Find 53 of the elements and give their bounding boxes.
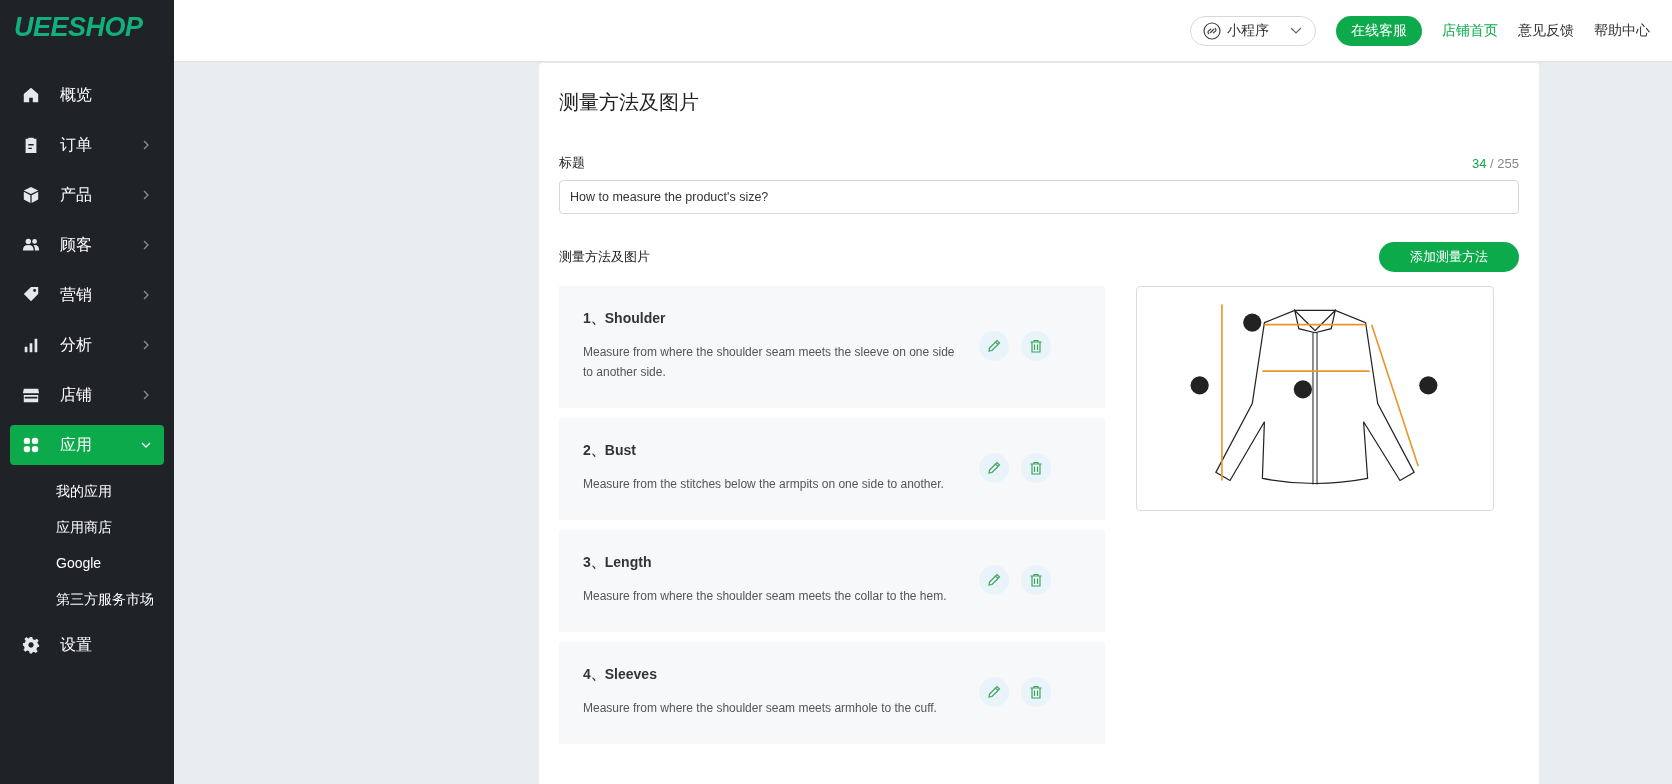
trash-icon <box>1028 572 1044 588</box>
sidebar-item[interactable]: 顾客 <box>10 225 164 265</box>
submenu-item[interactable]: 我的应用 <box>0 473 174 509</box>
method-description: Measure from the stitches below the armpits on one side to another. <box>583 476 945 493</box>
edit-button[interactable] <box>979 331 1009 361</box>
box-icon <box>22 186 40 204</box>
method-description: Measure from where the shoulder seam meets the sleeve on one side to another side. <box>583 344 956 381</box>
edit-button[interactable] <box>979 565 1009 595</box>
sidebar-item[interactable]: 分析 <box>10 325 164 365</box>
delete-button[interactable] <box>1021 565 1051 595</box>
submenu-item[interactable]: 第三方服务市场 <box>0 581 174 617</box>
delete-button[interactable] <box>1021 453 1051 483</box>
sidebar-item[interactable]: 设置 <box>10 625 164 665</box>
sidebar-item[interactable]: 概览 <box>10 75 164 115</box>
submenu-item[interactable]: Google <box>0 545 174 581</box>
logo: UEESHOP <box>13 11 144 44</box>
method-title: 3、Length <box>583 554 653 572</box>
character-counter: 34 / 255 <box>1472 155 1519 171</box>
sidebar-item[interactable]: 营销 <box>10 275 164 315</box>
title-input[interactable]: How to measure the product's size? <box>559 180 1519 214</box>
method-title: 1、Shoulder <box>583 310 667 328</box>
trash-icon <box>1028 338 1044 354</box>
method-title: 2、Bust <box>583 442 637 460</box>
trash-icon <box>1028 684 1044 700</box>
method-title: 4、Sleeves <box>583 666 658 684</box>
sidebar-item[interactable]: 产品 <box>10 175 164 215</box>
store-icon <box>22 386 40 404</box>
edit-button[interactable] <box>979 677 1009 707</box>
edit-button[interactable] <box>979 453 1009 483</box>
sidebar-item[interactable]: 店铺 <box>10 375 164 415</box>
link-icon <box>1203 21 1221 40</box>
sidebar-item[interactable]: 订单 <box>10 125 164 165</box>
trash-icon <box>1028 460 1044 476</box>
field-label: 标题 <box>559 154 585 172</box>
header-link[interactable]: 意见反馈 <box>1518 21 1574 40</box>
mini-program-dropdown[interactable]: 小程序 <box>1190 15 1316 46</box>
delete-button[interactable] <box>1021 331 1051 361</box>
method-description: Measure from where the shoulder seam meets armhole to the cuff. <box>583 700 938 717</box>
header-link[interactable]: 帮助中心 <box>1594 21 1650 40</box>
pencil-icon <box>986 684 1002 700</box>
home-icon <box>22 86 40 104</box>
pencil-icon <box>986 338 1002 354</box>
section-label: 测量方法及图片 <box>559 248 650 266</box>
bar-chart-icon <box>22 336 40 354</box>
method-description: Measure from where the shoulder seam meets the collar to the hem. <box>583 588 948 605</box>
pencil-icon <box>986 572 1002 588</box>
pencil-icon <box>986 460 1002 476</box>
submenu-item[interactable]: 应用商店 <box>0 509 174 545</box>
card-title: 测量方法及图片 <box>559 90 700 115</box>
grid-icon <box>22 436 40 454</box>
settings-icon <box>22 636 40 654</box>
tag-icon <box>22 286 40 304</box>
delete-button[interactable] <box>1021 677 1051 707</box>
